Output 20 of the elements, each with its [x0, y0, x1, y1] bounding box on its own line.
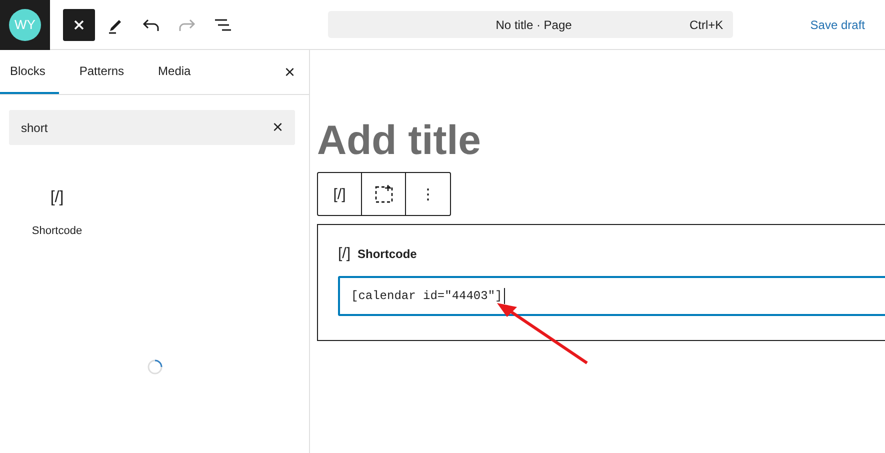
- block-type-button[interactable]: [/]: [318, 173, 362, 215]
- close-button[interactable]: ×: [284, 50, 295, 94]
- shortcode-icon: [/]: [338, 245, 351, 262]
- tab[interactable]: Media: [148, 50, 205, 94]
- logo-text: WY: [9, 8, 41, 40]
- command-bar[interactable]: No title · Page Ctrl+K: [328, 11, 734, 38]
- tab[interactable]: Patterns: [69, 50, 138, 94]
- block-item[interactable]: [/] Shortcode: [16, 185, 98, 241]
- save-draft-button[interactable]: Save draft: [810, 18, 865, 32]
- title-placeholder[interactable]: Add title: [317, 120, 885, 168]
- close-icon: [72, 18, 86, 32]
- close-button[interactable]: [63, 8, 95, 40]
- more-options-button[interactable]: ⋮: [406, 173, 450, 215]
- spinner-icon: [146, 359, 162, 375]
- dashed-square-icon: [374, 184, 394, 204]
- search-field[interactable]: short ×: [9, 110, 295, 145]
- block-label: Shortcode: [358, 246, 417, 260]
- shortcode-input[interactable]: [calendar id="44403"]: [338, 276, 885, 316]
- tab[interactable]: Blocks: [0, 50, 60, 94]
- clear-button[interactable]: ×: [272, 117, 283, 138]
